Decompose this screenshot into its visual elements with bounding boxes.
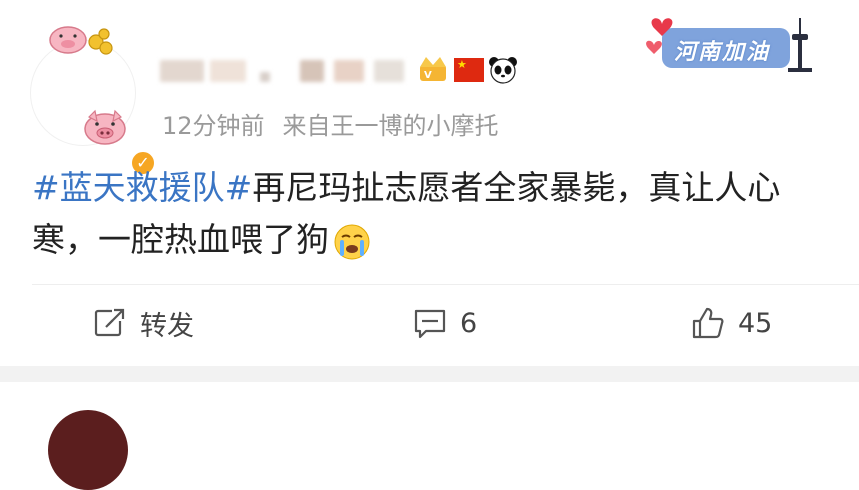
user-badges: V [416, 52, 518, 88]
like-count: 45 [738, 307, 773, 339]
repost-label: 转发 [140, 310, 194, 342]
topic-link[interactable]: #蓝天救援队# [32, 168, 252, 207]
post-time: 12分钟前 [162, 112, 265, 140]
post-meta: 12分钟前 来自王一博的小摩托 [162, 106, 499, 141]
comment-count: 6 [460, 307, 478, 339]
crying-emoji-icon [334, 224, 370, 259]
thumbs-up-icon [692, 307, 724, 339]
henan-banner: 河南加油 [640, 14, 822, 76]
repost-button[interactable]: 转发 [92, 290, 194, 356]
post-actions: 转发 6 45 [0, 290, 859, 356]
vip-crown-icon: V [420, 57, 446, 81]
like-button[interactable]: 45 [690, 290, 772, 356]
feed-separator [0, 366, 859, 382]
pig-face-icon [84, 109, 126, 145]
divider [32, 284, 859, 285]
weibo-post: ✓ V 12分钟 [0, 0, 859, 366]
comment-icon [414, 309, 446, 339]
repost-icon [94, 307, 126, 337]
china-flag-icon [454, 58, 484, 82]
post-content: #蓝天救援队#再尼玛扯志愿者全家暴毙，真让人心寒，一腔热血喂了狗 [32, 162, 832, 266]
comment-button[interactable]: 6 [412, 290, 477, 356]
post-source[interactable]: 来自王一博的小摩托 [283, 112, 499, 140]
banner-text: 河南加油 [674, 39, 771, 65]
svg-text:V: V [424, 70, 432, 81]
pig-coins-sticker-icon [49, 26, 113, 55]
panda-icon [489, 57, 517, 84]
username-blurred[interactable] [160, 54, 440, 88]
next-post-avatar[interactable] [48, 410, 128, 490]
